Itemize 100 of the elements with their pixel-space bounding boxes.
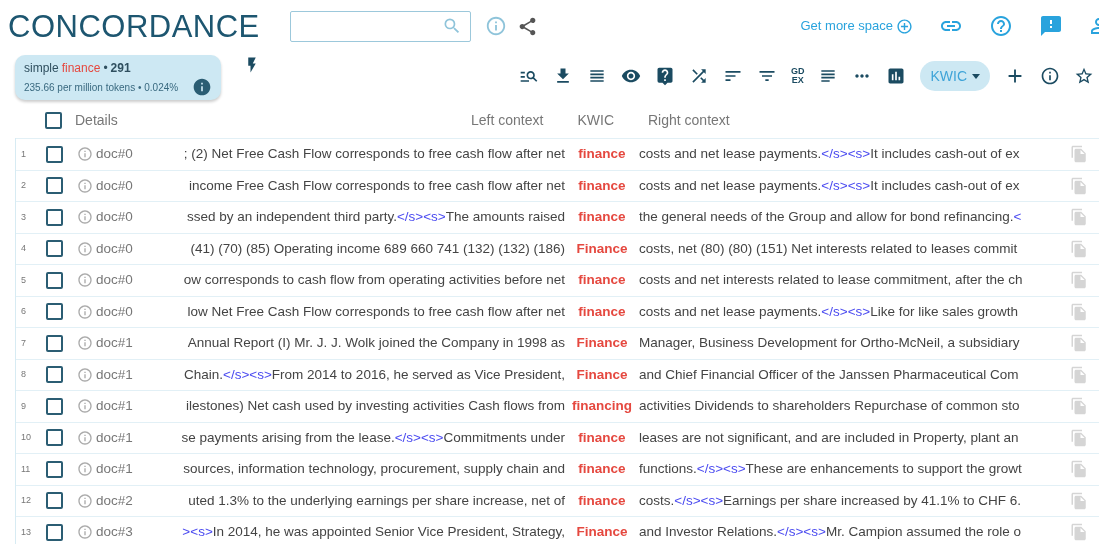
query-summary: simple finance • 291: [24, 60, 132, 77]
keyword: finance: [577, 271, 627, 290]
left-context: ><s>In 2014, he was appointed Senior Vice President, Strategy,: [181, 523, 565, 542]
copy-icon[interactable]: [1070, 460, 1088, 479]
keyword: finance: [577, 145, 627, 164]
copy-icon[interactable]: [1070, 145, 1088, 164]
keyword: financing: [571, 397, 633, 416]
document-id[interactable]: doc#0: [96, 175, 142, 196]
gdex-button[interactable]: GD EX: [790, 67, 805, 85]
document-id[interactable]: doc#0: [96, 144, 142, 165]
info-icon[interactable]: [1040, 66, 1060, 86]
checkbox[interactable]: [46, 366, 63, 384]
copy-icon[interactable]: [1070, 397, 1088, 416]
right-context: costs.</s><s>Earnings per share increased by 41.1% to CHF 6.: [639, 491, 1022, 510]
copy-icon[interactable]: [1070, 523, 1088, 542]
checkbox[interactable]: [46, 492, 63, 510]
right-context: costs and net lease payments.</s><s>Like for like sales growth: [639, 302, 1019, 321]
keyword: Finance: [575, 239, 629, 258]
right-context: the general needs of the Group and allow for bond refinancing.<: [639, 208, 1023, 227]
checkbox[interactable]: [46, 397, 63, 415]
document-id[interactable]: doc#1: [96, 396, 142, 417]
document-id[interactable]: doc#0: [96, 238, 142, 259]
left-context: ow corresponds to cash flow from operating activities before net: [182, 271, 565, 290]
row-number: 1: [20, 147, 27, 161]
checkbox[interactable]: [46, 208, 63, 226]
document-id[interactable]: doc#1: [96, 427, 142, 448]
left-context: (41) (70) (85) Operating income 689 660 741 (132) (132) (186): [189, 239, 565, 258]
left-context: ssed by an independent third party.</s><s>The amounts raised: [186, 208, 565, 227]
document-id[interactable]: doc#3: [96, 522, 142, 543]
document-id[interactable]: doc#1: [96, 459, 142, 480]
right-context: costs and net lease payments.</s><s>It includes cash-out of ex: [639, 176, 1021, 195]
row-number: 2: [20, 179, 27, 192]
checkbox[interactable]: [46, 177, 63, 195]
feedback-icon[interactable]: [1039, 14, 1063, 38]
keyword: Finance: [575, 365, 629, 384]
get-more-space-link[interactable]: Get more space: [800, 16, 913, 36]
copy-icon[interactable]: [1070, 239, 1088, 258]
document-id[interactable]: doc#1: [96, 364, 142, 385]
copy-icon[interactable]: [1070, 491, 1088, 510]
checkbox[interactable]: [45, 111, 62, 129]
keyword: finance: [577, 302, 627, 321]
checkbox[interactable]: [46, 523, 63, 541]
keyword: finance: [577, 460, 627, 479]
right-context: leases are not significant, and are included in Property, plant an: [639, 428, 1020, 447]
right-context: costs, net (80) (80) (151) Net interests related to leases commit: [639, 239, 1019, 258]
app-title: CONCORDANCE: [8, 10, 260, 42]
checkbox[interactable]: [46, 240, 63, 258]
copy-icon[interactable]: [1070, 334, 1088, 353]
right-context: and Chief Financial Officer of the Janssen Pharmaceutical Com: [639, 365, 1020, 384]
checkbox[interactable]: [46, 460, 63, 478]
right-context: costs and net interests related to lease commitment, after the ch: [639, 271, 1024, 290]
checkbox[interactable]: [46, 145, 63, 163]
keyword: finance: [577, 208, 627, 227]
bar-chart-icon[interactable]: [886, 66, 907, 86]
document-id[interactable]: doc#0: [96, 270, 142, 291]
left-context: low Net Free Cash Flow corresponds to free cash flow after net: [186, 302, 565, 321]
right-context: costs and net lease payments.</s><s>It includes cash-out of ex: [639, 145, 1021, 164]
row-number: 12: [20, 494, 32, 507]
column-header: KWIC: [577, 110, 614, 130]
right-context: Manager, Business Development for Ortho-McNeil, a subsidiary: [639, 334, 1021, 353]
copy-icon[interactable]: [1070, 365, 1088, 384]
left-context: ilestones) Net cash used by investing activities Cash flows from: [185, 397, 565, 416]
frequency-stats: 235.66 per million tokens • 0.024%: [24, 80, 179, 95]
checkbox[interactable]: [46, 303, 63, 321]
document-id[interactable]: doc#1: [96, 333, 142, 354]
row-number: 7: [20, 336, 27, 350]
checkbox[interactable]: [46, 429, 63, 447]
row-number: 3: [20, 210, 27, 224]
checkbox[interactable]: [46, 271, 63, 289]
star-icon[interactable]: [1074, 66, 1094, 86]
keyword: Finance: [575, 334, 629, 353]
column-header: Right context: [648, 110, 731, 130]
copy-icon[interactable]: [1070, 176, 1088, 195]
row-number: 5: [20, 273, 27, 287]
checkbox[interactable]: [46, 334, 63, 352]
left-context: uted 1.3% to the underlying earnings per share increase, net of: [187, 491, 565, 510]
row-number: 11: [20, 462, 32, 476]
search-field[interactable]: [289, 10, 471, 42]
column-header: Details: [75, 110, 118, 130]
row-number: 4: [20, 242, 27, 255]
copy-icon[interactable]: [1070, 428, 1088, 447]
document-id[interactable]: doc#0: [96, 207, 142, 228]
copy-icon[interactable]: [1070, 208, 1088, 227]
row-number: 10: [20, 431, 32, 444]
left-context: ; (2) Net Free Cash Flow corresponds to free cash flow after net: [182, 145, 565, 164]
right-context: functions.</s><s>These are enhancements to support the growt: [639, 460, 1023, 479]
copy-icon[interactable]: [1070, 302, 1088, 321]
copy-icon[interactable]: [1070, 271, 1088, 290]
row-number: 6: [20, 305, 27, 318]
document-id[interactable]: doc#2: [96, 490, 142, 511]
row-number: 8: [20, 368, 27, 381]
keyword: finance: [577, 428, 627, 447]
row-number: 13: [20, 525, 32, 539]
document-id[interactable]: doc#0: [96, 301, 142, 322]
keyword: Finance: [575, 523, 629, 542]
keyword: finance: [577, 491, 627, 510]
left-context: income Free Cash Flow corresponds to free cash flow after net: [188, 176, 565, 195]
left-context: Annual Report (I) Mr. J. J. Wolk joined the Company in 1998 as: [186, 334, 565, 353]
info-icon[interactable]: [192, 77, 212, 97]
right-context: activities Dividends to shareholders Repurchase of common sto: [639, 397, 1021, 416]
